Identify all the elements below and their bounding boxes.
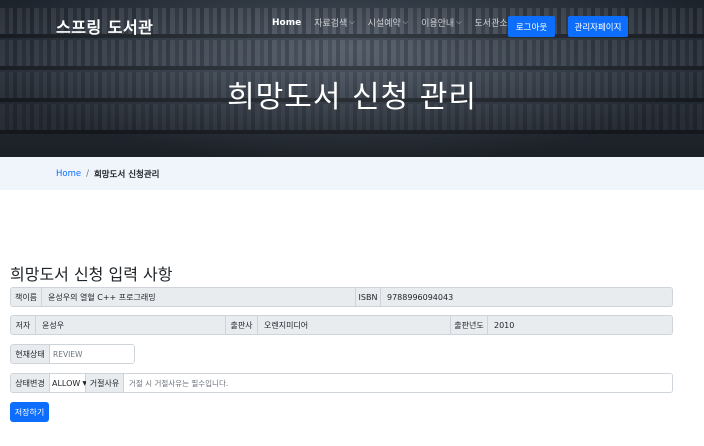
chevron-down-icon: ⌵ (349, 18, 355, 26)
current-status-row: 현재상태 REVIEW (10, 344, 135, 364)
breadcrumb-home-link[interactable]: Home (56, 169, 81, 179)
status-select[interactable]: ALLOW ▼ (50, 374, 87, 392)
admin-page-button[interactable]: 관리자페이지 (568, 16, 628, 37)
status-change-row: 상태변경 ALLOW ▼ 거절사유 거절 시 거절사유는 필수입니다. (10, 373, 673, 393)
hero-title: 희망도서 신청 관리 (227, 80, 477, 115)
hero-banner: 스프링 도서관 Home 자료검색 ⌵ 시설예약 ⌵ 이용안내 ⌵ 도서관소식 … (0, 0, 704, 157)
author-label: 저자 (11, 316, 36, 334)
breadcrumb-current: 희망도서 신청관리 (93, 170, 160, 180)
breadcrumb: Home / 희망도서 신청관리 (56, 168, 160, 180)
main-nav: Home 자료검색 ⌵ 시설예약 ⌵ 이용안내 ⌵ 도서관소식 ⌵ (272, 16, 536, 30)
reject-reason-label: 거절사유 (86, 374, 124, 392)
brand-logo[interactable]: 스프링 도서관 (56, 14, 153, 38)
breadcrumb-bar: Home / 희망도서 신청관리 (0, 157, 704, 190)
current-status-label: 현재상태 (10, 344, 49, 364)
reject-reason-input[interactable]: 거절 시 거절사유는 필수입니다. (124, 374, 672, 392)
nav-search[interactable]: 자료검색 ⌵ (314, 16, 354, 29)
publisher-field[interactable]: 오렌지미디어 (258, 316, 451, 334)
nav-home[interactable]: Home (272, 18, 301, 28)
isbn-field[interactable]: 9788996094043 (381, 288, 672, 306)
year-label: 출판년도 (451, 316, 488, 334)
status-change-label: 상태변경 (11, 374, 50, 392)
save-button[interactable]: 저장하기 (10, 402, 49, 422)
isbn-label: ISBN (356, 288, 381, 306)
publisher-label: 출판사 (226, 316, 258, 334)
form-title: 희망도서 신청 입력 사항 (10, 265, 173, 284)
breadcrumb-separator: / (86, 169, 89, 179)
status-select-value: ALLOW (52, 378, 81, 388)
nav-home-label: Home (272, 17, 302, 28)
book-name-label: 책이름 (11, 288, 42, 306)
publication-row: 저자 윤성우 출판사 오렌지미디어 출판년도 2010 (10, 315, 673, 335)
nav-facility-label: 시설예약 (367, 19, 401, 29)
book-info-row: 책이름 윤성우의 열혈 C++ 프로그래밍 ISBN 9788996094043 (10, 287, 673, 307)
chevron-down-icon: ⌵ (456, 18, 462, 26)
logout-button[interactable]: 로그아웃 (508, 16, 555, 37)
nav-search-label: 자료검색 (314, 19, 348, 29)
nav-guide-label: 이용안내 (421, 19, 455, 29)
chevron-down-icon: ⌵ (402, 18, 409, 26)
book-name-field[interactable]: 윤성우의 열혈 C++ 프로그래밍 (42, 288, 356, 306)
current-status-field[interactable]: REVIEW (49, 344, 135, 364)
nav-guide[interactable]: 이용안내 ⌵ (421, 16, 461, 29)
year-field[interactable]: 2010 (488, 316, 672, 334)
author-field[interactable]: 윤성우 (36, 316, 226, 334)
nav-facility[interactable]: 시설예약 ⌵ (368, 16, 408, 29)
